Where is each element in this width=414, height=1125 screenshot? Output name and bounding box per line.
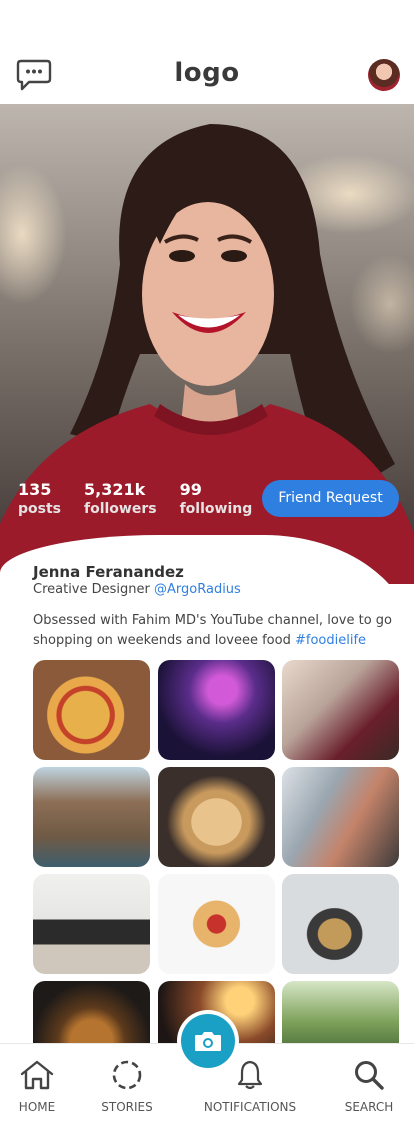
posts-label: posts — [18, 501, 61, 517]
stories-icon — [77, 1058, 177, 1092]
wine-toast-photo[interactable] — [282, 660, 399, 760]
app-logo: logo — [174, 58, 240, 88]
search-icon — [319, 1058, 414, 1092]
profile-details-card: Jenna Feranandez Creative Designer @Argo… — [0, 535, 414, 1060]
concert-photo[interactable] — [158, 660, 275, 760]
top-bar: logo — [0, 0, 414, 104]
photo-gallery — [33, 660, 401, 1060]
desk-setup-photo[interactable] — [33, 874, 150, 974]
nav-notifications-label: NOTIFICATIONS — [203, 1100, 297, 1114]
cooking-photo[interactable] — [282, 874, 399, 974]
profile-stats: 135 posts 5,321k followers 99 following — [18, 480, 275, 518]
friend-request-button[interactable]: Friend Request — [262, 480, 399, 517]
nav-stories-label: STORIES — [101, 1100, 153, 1114]
user-avatar[interactable] — [368, 59, 400, 91]
profile-handle-link[interactable]: @ArgoRadius — [154, 582, 241, 597]
followers-label: followers — [84, 501, 157, 517]
friends-photo[interactable] — [282, 767, 399, 867]
coastal-town-photo[interactable] — [33, 767, 150, 867]
following-count: 99 — [179, 480, 202, 499]
profile-cover-photo: 135 posts 5,321k followers 99 following … — [0, 104, 414, 584]
nav-search-label: SEARCH — [344, 1100, 394, 1114]
followers-stat[interactable]: 5,321k followers — [84, 480, 157, 518]
nav-stories[interactable]: STORIES — [77, 1058, 177, 1114]
posts-stat[interactable]: 135 posts — [18, 480, 61, 518]
profile-role-line: Creative Designer @ArgoRadius — [33, 582, 241, 597]
following-stat[interactable]: 99 following — [180, 480, 253, 518]
followers-count: 5,321k — [84, 480, 146, 499]
dessert-photo[interactable] — [158, 874, 275, 974]
nav-home-label: HOME — [18, 1100, 56, 1114]
camera-button[interactable] — [177, 1010, 239, 1072]
profile-name: Jenna Feranandez — [33, 563, 184, 581]
pizza-photo[interactable] — [33, 660, 150, 760]
camera-icon — [181, 1014, 235, 1068]
posts-count: 135 — [18, 480, 52, 499]
nav-search[interactable]: SEARCH — [319, 1058, 414, 1114]
nav-home[interactable]: HOME — [0, 1058, 87, 1114]
bio-hashtag-link[interactable]: #foodielife — [295, 633, 366, 648]
following-label: following — [179, 501, 253, 517]
profile-role: Creative Designer — [33, 582, 150, 597]
profile-bio: Obsessed with Fahim MD's YouTube channel… — [33, 611, 393, 651]
puppy-photo[interactable] — [158, 767, 275, 867]
home-icon — [0, 1058, 87, 1092]
